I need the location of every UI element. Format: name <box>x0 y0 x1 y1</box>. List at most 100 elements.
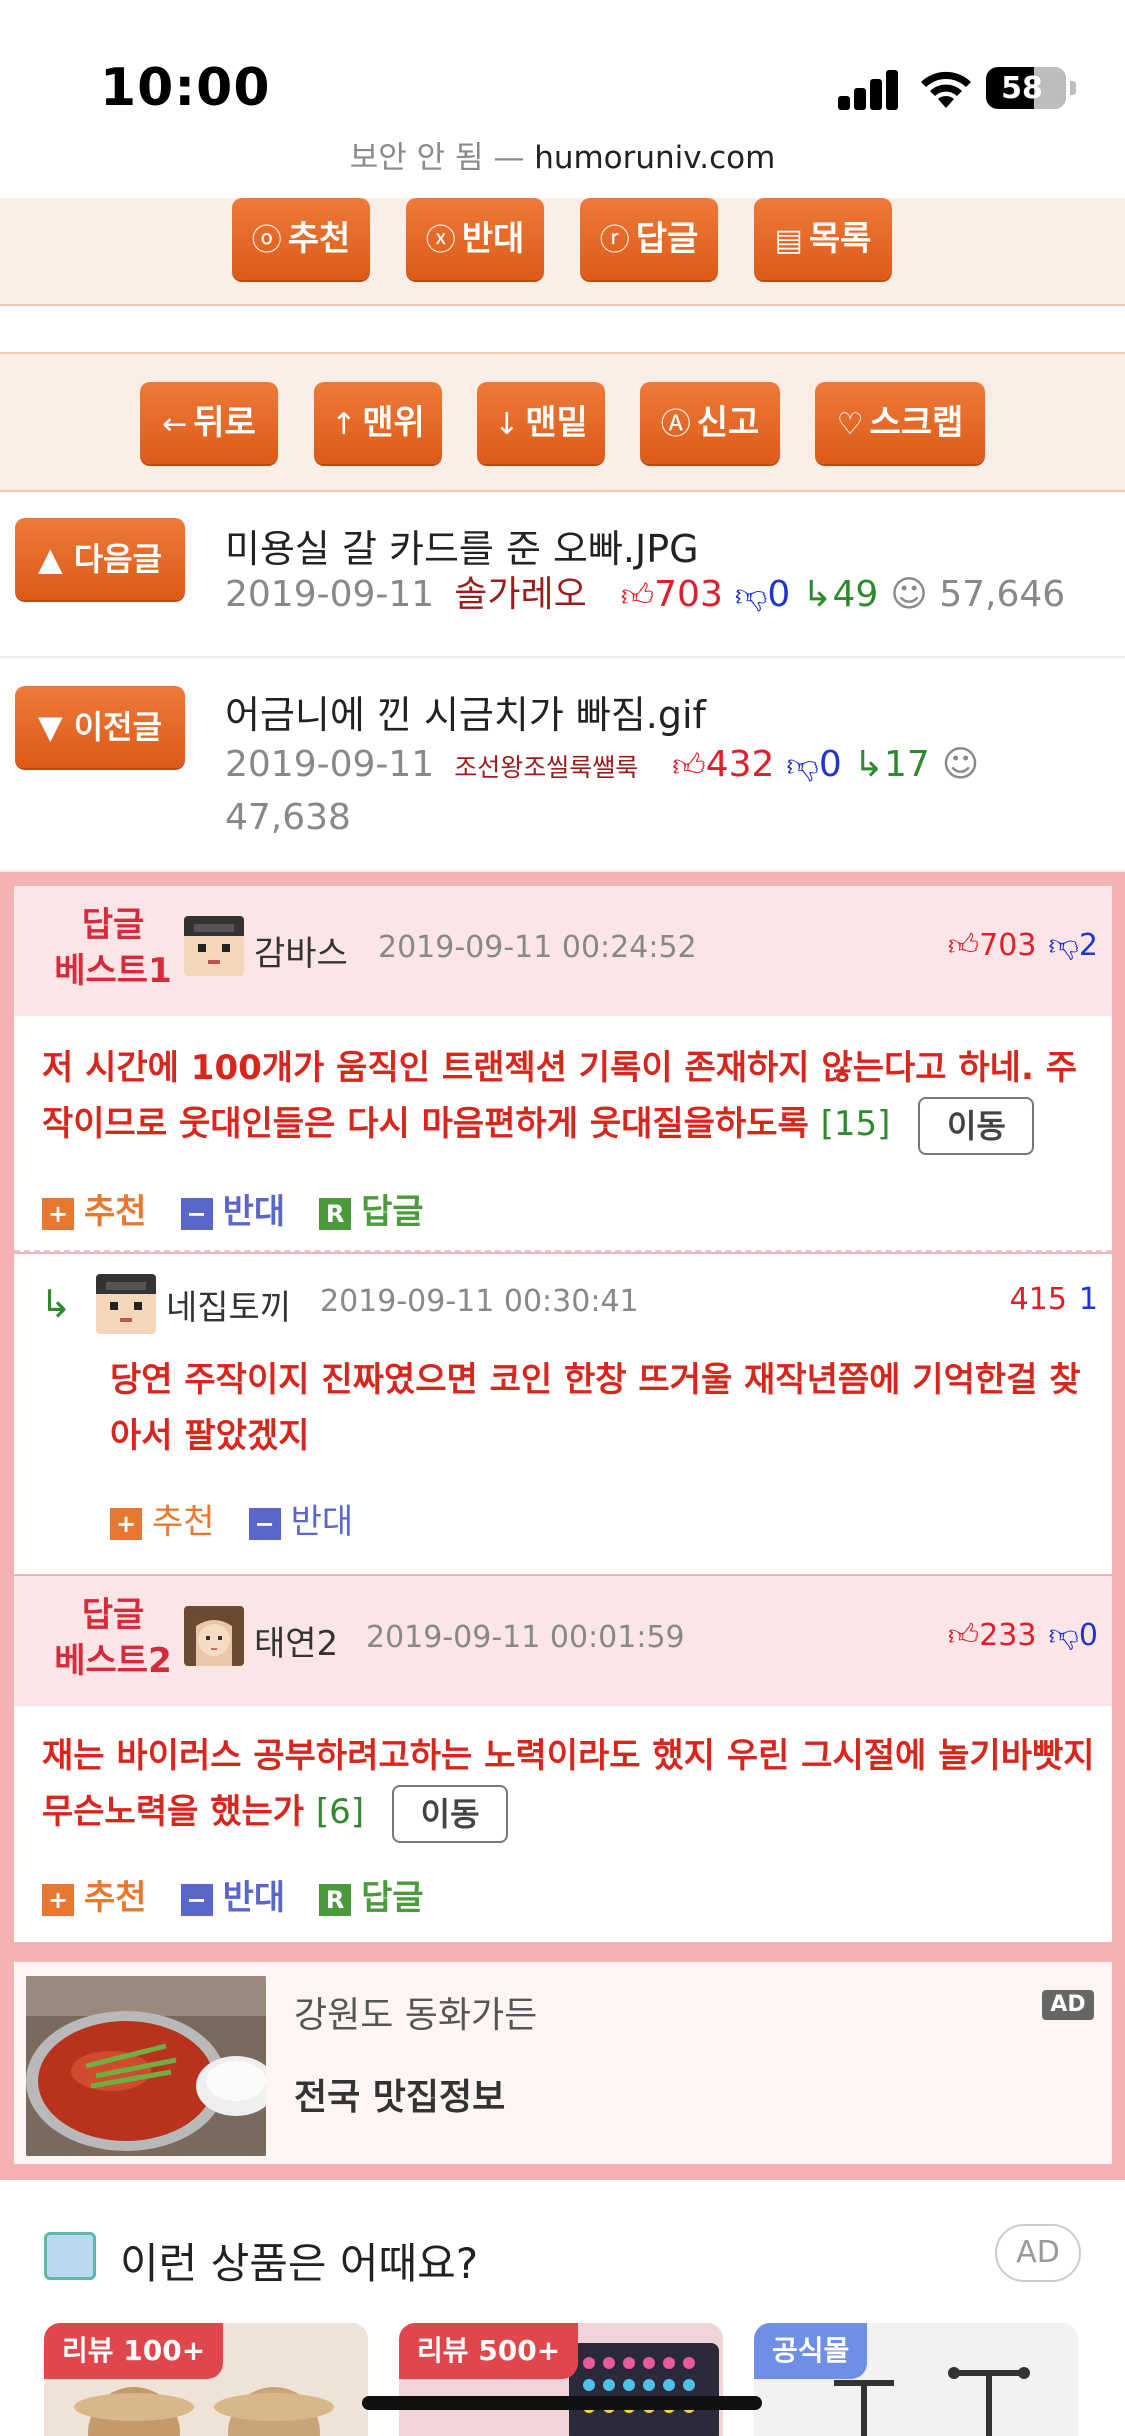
downvote-count: 1 <box>1078 1282 1098 1317</box>
comment-recommend-button[interactable]: + 추천 <box>110 1502 215 1542</box>
comment-reply-count: [15] <box>820 1104 891 1144</box>
previous-post-title[interactable]: 어금니에 낀 시금치가 빠짐.gif <box>225 684 706 739</box>
comment-author[interactable]: 태연2 <box>254 1616 338 1665</box>
spacer <box>0 306 1125 354</box>
restaurant-ad[interactable]: 강원도 동화가든 전국 맛집정보 AD <box>14 1962 1112 2164</box>
reply-button[interactable]: ⓡ 답글 <box>580 198 718 280</box>
downvote-count: 0 <box>767 574 791 615</box>
status-time: 10:00 <box>100 58 271 118</box>
avatar[interactable] <box>96 1274 156 1334</box>
best-label: 답글 베스트1 <box>54 905 172 991</box>
downvote-count: 0 <box>818 744 842 785</box>
comment-date: 2019-09-11 00:24:52 <box>378 930 697 965</box>
comment-date: 2019-09-11 00:30:41 <box>320 1284 639 1319</box>
reply-arrow-icon: ↳ <box>802 574 833 615</box>
reply-arrow-icon: ↳ <box>853 744 884 785</box>
thumbs-down-icon: 👎︎ <box>734 576 768 614</box>
comment-recommend-button[interactable]: + 추천 <box>42 1878 147 1918</box>
avatar[interactable] <box>184 1606 244 1666</box>
home-indicator[interactable] <box>362 2396 762 2410</box>
next-post-meta: 2019-09-11 솔가레오 👍︎703 👎︎0 ↳49 ☺ 57,646 <box>225 570 1105 620</box>
thumbs-up-icon: 👍︎ <box>947 928 980 963</box>
upvote-count: 233 <box>979 1618 1037 1653</box>
scroll-bottom-button[interactable]: ↓ 맨밑 <box>477 382 605 464</box>
back-button[interactable]: ← 뒤로 <box>140 382 278 464</box>
plus-icon: + <box>42 1197 74 1230</box>
next-post-button[interactable]: ▲ 다음글 <box>15 518 185 600</box>
move-button[interactable]: 이동 <box>918 1096 1035 1155</box>
security-warning: 보안 안 됨 — <box>349 140 535 176</box>
product-tag: 공식몰 <box>754 2323 868 2379</box>
post-author[interactable]: 조선왕조씰룩쌜룩 <box>454 753 638 782</box>
product-section-heading: 이런 상품은 어때요? <box>120 2239 479 2288</box>
comment-date: 2019-09-11 00:01:59 <box>366 1620 685 1655</box>
comment-text: 재는 바이러스 공부하려고하는 노력이라도 했지 우린 그시절에 놀기바빳지 무… <box>42 1728 1102 1843</box>
scroll-top-button[interactable]: ↑ 맨위 <box>314 382 442 464</box>
post-author[interactable]: 솔가레오 <box>454 574 586 615</box>
minus-icon: − <box>248 1507 281 1540</box>
downvote-count: 0 <box>1078 1618 1098 1653</box>
comment-reply-button[interactable]: R 답글 <box>319 1192 424 1232</box>
comment-actions: + 추천 − 반대 <box>110 1494 387 1543</box>
battery-icon: 58 <box>986 67 1076 109</box>
ad-food-image[interactable] <box>26 1976 266 2156</box>
thumbs-up-icon: 👍︎ <box>672 746 706 784</box>
scrap-button[interactable]: ♡ 스크랩 <box>815 382 985 464</box>
comment-actions: + 추천 − 반대 R 답글 <box>42 1184 458 1233</box>
best-label: 답글 베스트2 <box>54 1595 172 1681</box>
plus-icon: + <box>42 1883 74 1916</box>
thumbs-down-icon: 👎︎ <box>1048 1618 1079 1653</box>
comment-votes: 👍︎233 👎︎0 <box>932 1618 1098 1654</box>
thumbs-up-icon: 👍︎ <box>947 1618 980 1653</box>
avatar[interactable] <box>184 916 244 976</box>
best-comment-2-header: 답글 베스트2 태연2 2019-09-11 00:01:59 👍︎233 👎︎0 <box>14 1576 1112 1706</box>
upvote-count: 415 <box>1009 1282 1067 1317</box>
product-tag: 리뷰 500+ <box>399 2323 579 2379</box>
comment-oppose-button[interactable]: − 반대 <box>180 1192 285 1232</box>
comment-oppose-button[interactable]: − 반대 <box>180 1878 285 1918</box>
comment-recommend-button[interactable]: + 추천 <box>42 1192 147 1232</box>
views-icon: ☺ <box>941 744 980 785</box>
comment-author[interactable]: 네집토끼 <box>166 1280 291 1329</box>
plus-icon: + <box>110 1507 142 1540</box>
reply-count: 49 <box>832 574 879 615</box>
oppose-button[interactable]: ⓧ 반대 <box>406 198 544 280</box>
list-button[interactable]: ▤ 목록 <box>754 198 892 280</box>
thumbs-up-icon: 👍︎ <box>620 576 655 614</box>
address-bar[interactable]: 보안 안 됨 — humoruniv.com <box>0 132 1125 177</box>
product-card[interactable]: 리뷰 500+ <box>399 2323 723 2436</box>
product-card[interactable]: 공식몰 <box>754 2323 1078 2436</box>
comment-reply-button[interactable]: R 답글 <box>319 1878 424 1918</box>
best-comment-1-header: 답글 베스트1 감바스 2019-09-11 00:24:52 👍︎703 👎︎2 <box>14 886 1112 1016</box>
view-count: 47,638 <box>225 797 351 838</box>
navigation-button-bar: ← 뒤로 ↑ 맨위 ↓ 맨밑 Ⓐ 신고 ♡ 스크랩 <box>0 352 1125 492</box>
comment-actions: + 추천 − 반대 R 답글 <box>42 1870 458 1919</box>
ad-title[interactable]: 강원도 동화가든 <box>294 1986 537 2038</box>
cellular-signal-icon <box>838 68 900 110</box>
minus-icon: − <box>180 1883 213 1916</box>
previous-post-meta: 2019-09-11 조선왕조씰룩쌜룩 👍︎432 👎︎0 ↳17 ☺ 47,638 <box>225 740 1105 843</box>
recommend-button[interactable]: ⓞ 추천 <box>232 198 370 280</box>
comment-reply-count: [6] <box>315 1792 365 1832</box>
comment-text: 저 시간에 100개가 움직인 트랜젝션 기록이 존재하지 않는다고 하네. 주… <box>42 1040 1102 1155</box>
view-count: 57,646 <box>939 574 1066 615</box>
ad-subtitle[interactable]: 전국 맛집정보 <box>294 2068 505 2120</box>
comment-author[interactable]: 감바스 <box>254 926 348 975</box>
upvote-count: 432 <box>705 744 775 785</box>
comment-votes: 👍︎703 👎︎2 <box>932 928 1098 964</box>
downvote-count: 2 <box>1078 928 1098 963</box>
move-button[interactable]: 이동 <box>392 1784 509 1843</box>
product-card[interactable]: 리뷰 100+ <box>44 2323 368 2436</box>
product-tag: 리뷰 100+ <box>44 2323 224 2379</box>
report-button[interactable]: Ⓐ 신고 <box>640 382 780 464</box>
url-host: humoruniv.com <box>534 140 776 176</box>
status-bar: 10:00 58 보안 안 됨 — humoruniv.com <box>0 0 1125 176</box>
next-post-row[interactable]: ▲ 다음글 미용실 갈 카드를 준 오빠.JPG 2019-09-11 솔가레오 👍… <box>0 492 1125 658</box>
previous-post-button[interactable]: ▼ 이전글 <box>15 686 185 768</box>
reply-count: 17 <box>883 744 930 785</box>
ad-info-button[interactable]: AD <box>995 2224 1081 2282</box>
comment-oppose-button[interactable]: − 반대 <box>248 1502 353 1542</box>
previous-post-row[interactable]: ▼ 이전글 어금니에 낀 시금치가 빠짐.gif 2019-09-11 조선왕조씰… <box>0 658 1125 872</box>
views-icon: ☺ <box>890 574 928 615</box>
next-post-title[interactable]: 미용실 갈 카드를 준 오빠.JPG <box>225 518 699 573</box>
